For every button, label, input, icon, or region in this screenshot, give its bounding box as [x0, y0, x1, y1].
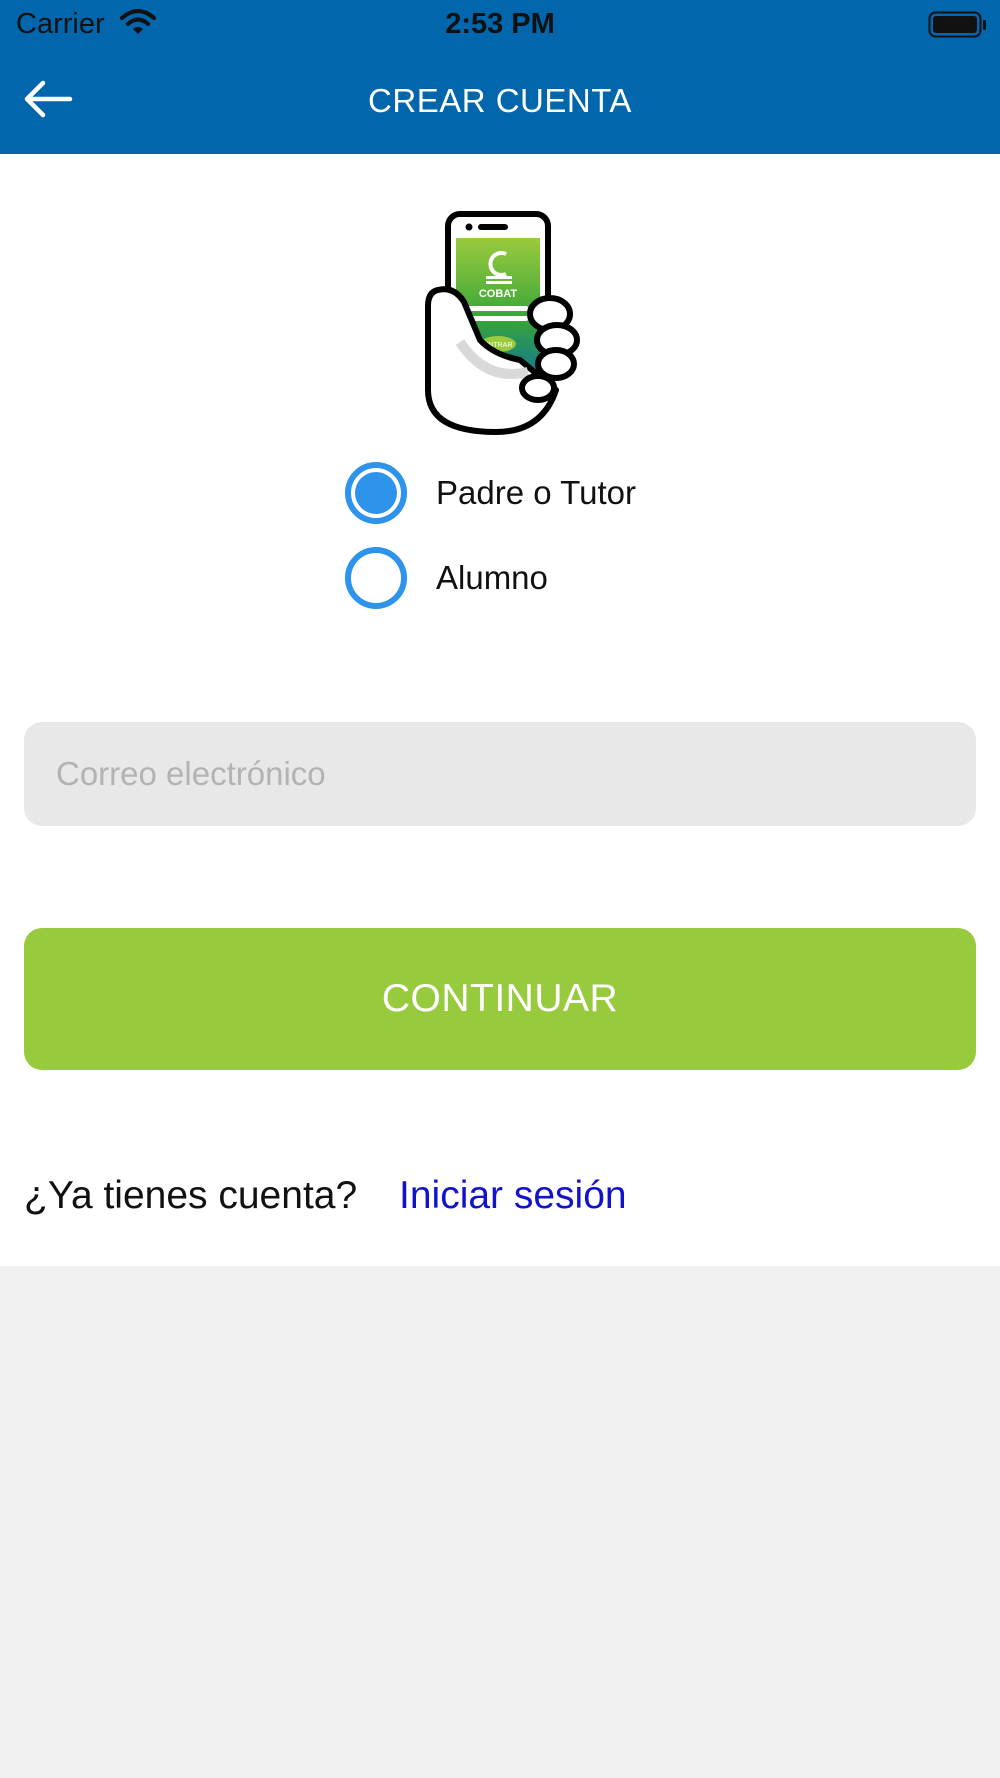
radio-label: Alumno [436, 559, 548, 596]
radio-button-unselected[interactable] [345, 547, 407, 609]
create-account-form: COBAT ENTRAR Padre o Tutor Alumno CONTIN… [0, 154, 1000, 1266]
app-header: Carrier 2:53 PM CREAR CUENTA [0, 0, 1000, 154]
login-link[interactable]: Iniciar sesión [399, 1174, 627, 1218]
page-title: CREAR CUENTA [368, 82, 632, 119]
status-bar: Carrier 2:53 PM [0, 0, 1000, 50]
status-time: 2:53 PM [445, 8, 555, 40]
radio-button-selected[interactable] [345, 462, 407, 524]
login-prompt-text: ¿Ya tienes cuenta? [24, 1174, 358, 1217]
radio-label: Padre o Tutor [436, 474, 636, 511]
battery-icon [928, 11, 988, 44]
email-field[interactable] [24, 722, 976, 826]
continue-button[interactable]: CONTINUAR [24, 928, 976, 1070]
radio-option-padre-tutor[interactable]: Padre o Tutor [345, 456, 636, 530]
brand-logo-text: COBAT [479, 288, 518, 300]
hand-holding-phone-icon: COBAT ENTRAR [424, 210, 594, 436]
radio-option-alumno[interactable]: Alumno [345, 541, 548, 615]
